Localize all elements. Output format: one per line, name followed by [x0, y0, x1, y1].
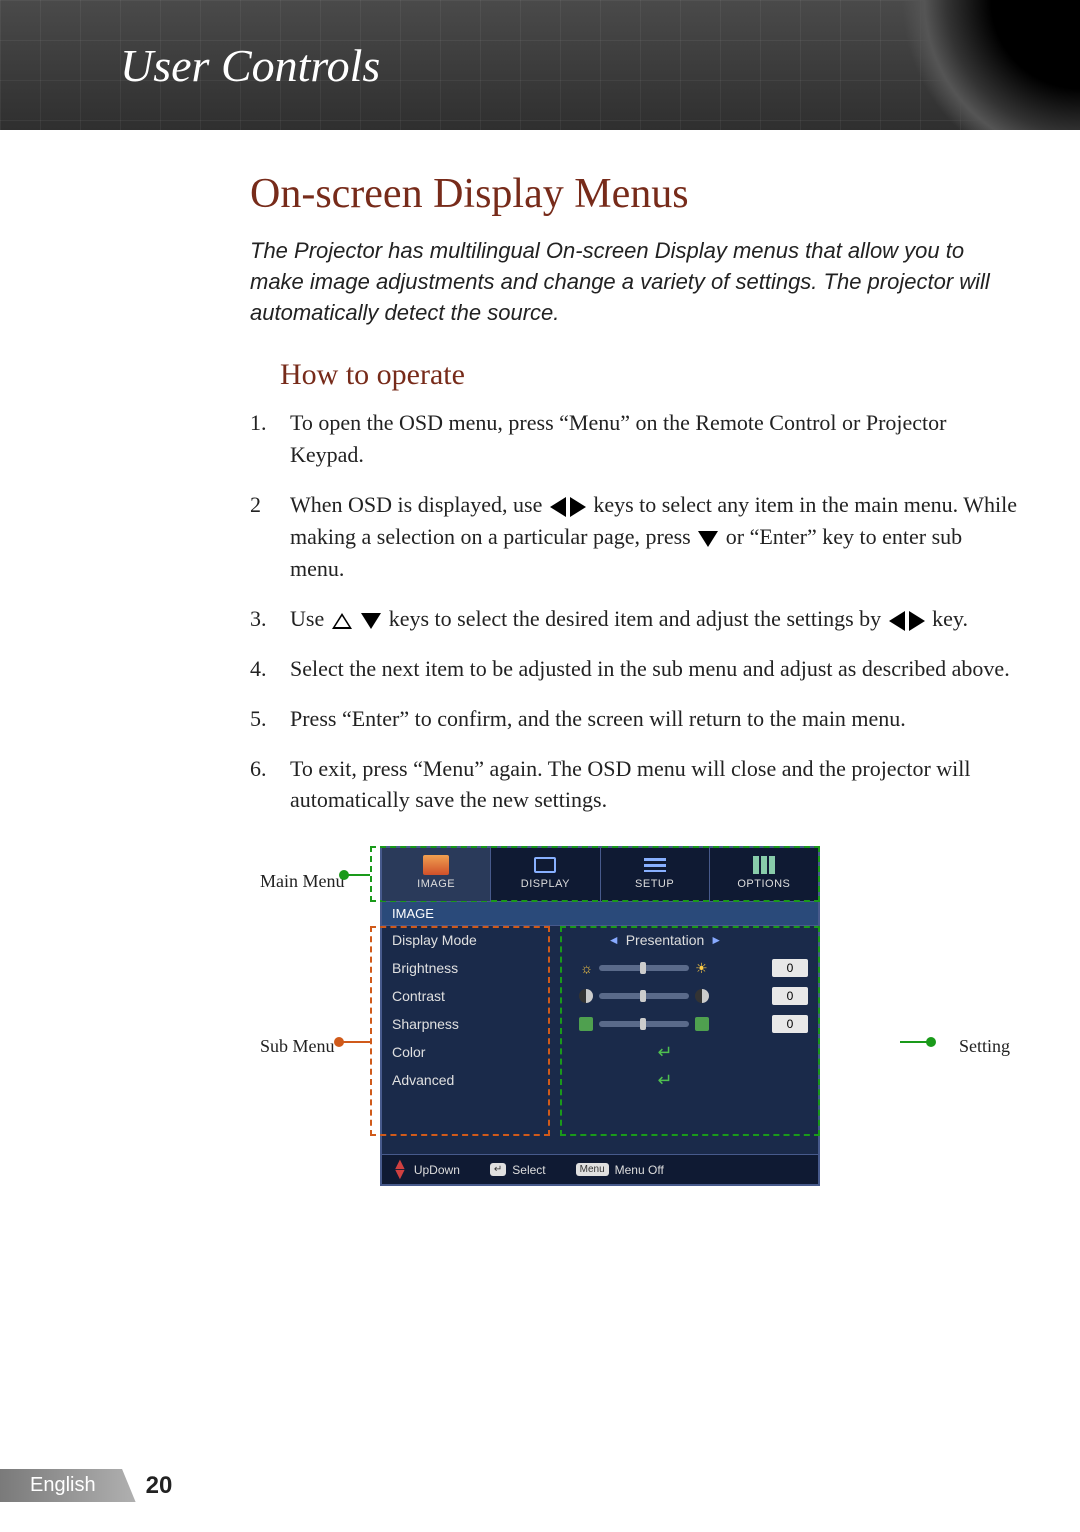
step-3: Use keys to select the desired item and … — [250, 603, 1020, 635]
brightness-slider[interactable] — [599, 965, 689, 971]
page-title: On-screen Display Menus — [250, 170, 1020, 218]
enter-icon: ↵ — [657, 1070, 672, 1091]
intro-paragraph: The Projector has multilingual On-screen… — [250, 236, 1020, 328]
step-5: Press “Enter” to confirm, and the screen… — [250, 703, 1020, 735]
osd-footer: ▲▼ UpDown ↵ Select Menu Menu Off — [382, 1154, 818, 1184]
page-footer: English 20 — [0, 1469, 172, 1502]
right-arrow-icon — [909, 611, 925, 631]
lens-decoration — [900, 0, 1080, 130]
sharpness-low-icon — [579, 1017, 593, 1031]
step-4: Select the next item to be adjusted in t… — [250, 653, 1020, 685]
contrast-slider[interactable] — [599, 993, 689, 999]
page-content: On-screen Display Menus The Projector ha… — [0, 130, 1080, 1186]
contrast-high-icon — [695, 989, 709, 1003]
right-selector-icon: ► — [710, 933, 722, 947]
enter-icon: ↵ — [657, 1042, 672, 1063]
osd-row-display-mode[interactable]: Display Mode ◄Presentation► — [382, 926, 818, 954]
subsection-title: How to operate — [280, 358, 1020, 392]
updown-icon: ▲▼ — [392, 1160, 408, 1179]
osd-row-sharpness[interactable]: Sharpness 0 — [382, 1010, 818, 1038]
osd-row-advanced[interactable]: Advanced ↵ — [382, 1066, 818, 1094]
brightness-high-icon: ☀ — [695, 960, 708, 977]
osd-tab-display[interactable]: DISPLAY — [491, 848, 600, 901]
brightness-low-icon: ☼ — [580, 960, 593, 976]
label-setting: Setting — [959, 1036, 1010, 1057]
osd-row-brightness[interactable]: Brightness ☼☀ 0 — [382, 954, 818, 982]
contrast-low-icon — [579, 989, 593, 1003]
osd-row-contrast[interactable]: Contrast 0 — [382, 982, 818, 1010]
header-band: User Controls — [0, 0, 1080, 130]
osd-hint-select: ↵ Select — [490, 1163, 546, 1177]
osd-tab-setup[interactable]: SETUP — [601, 848, 710, 901]
display-tab-icon — [534, 857, 556, 873]
left-arrow-icon — [550, 497, 566, 517]
right-arrow-icon — [570, 497, 586, 517]
menu-key-icon: Menu — [576, 1163, 609, 1176]
osd-diagram: Main Menu Sub Menu Setting IMAGE DISPLAY — [270, 846, 910, 1186]
up-arrow-outline-icon — [332, 613, 352, 629]
sharpness-slider[interactable] — [599, 1021, 689, 1027]
sharpness-value: 0 — [772, 1015, 808, 1033]
left-arrow-icon — [889, 611, 905, 631]
contrast-value: 0 — [772, 987, 808, 1005]
callout-line-main — [345, 874, 370, 876]
step-6: To exit, press “Menu” again. The OSD men… — [250, 753, 1020, 817]
brightness-value: 0 — [772, 959, 808, 977]
enter-key-icon: ↵ — [490, 1163, 506, 1176]
sharpness-high-icon — [695, 1017, 709, 1031]
osd-subheader: IMAGE — [382, 902, 818, 926]
osd-tab-image[interactable]: IMAGE — [382, 848, 491, 901]
left-selector-icon: ◄ — [608, 933, 620, 947]
section-title: User Controls — [120, 39, 380, 92]
osd-tabs: IMAGE DISPLAY SETUP OPTIONS — [382, 848, 818, 902]
options-tab-icon — [753, 856, 759, 874]
osd-tab-options[interactable]: OPTIONS — [710, 848, 818, 901]
down-arrow-icon — [361, 613, 381, 629]
step-2: When OSD is displayed, use keys to selec… — [250, 489, 1020, 585]
osd-hint-menu-off: Menu Menu Off — [576, 1163, 664, 1177]
callout-line-sub — [340, 1041, 370, 1043]
language-indicator: English — [0, 1469, 136, 1502]
osd-hint-updown: ▲▼ UpDown — [392, 1160, 460, 1179]
instruction-list: To open the OSD menu, press “Menu” on th… — [250, 407, 1020, 816]
label-sub-menu: Sub Menu — [260, 1036, 335, 1057]
callout-line-setting — [900, 1041, 930, 1043]
setup-tab-icon — [644, 858, 666, 872]
osd-panel: IMAGE DISPLAY SETUP OPTIONS IMAGE Displa… — [380, 846, 820, 1186]
down-arrow-icon — [698, 531, 718, 547]
label-main-menu: Main Menu — [260, 871, 345, 892]
osd-row-color[interactable]: Color ↵ — [382, 1038, 818, 1066]
image-tab-icon — [423, 855, 449, 875]
step-1: To open the OSD menu, press “Menu” on th… — [250, 407, 1020, 471]
page-number: 20 — [146, 1472, 173, 1500]
